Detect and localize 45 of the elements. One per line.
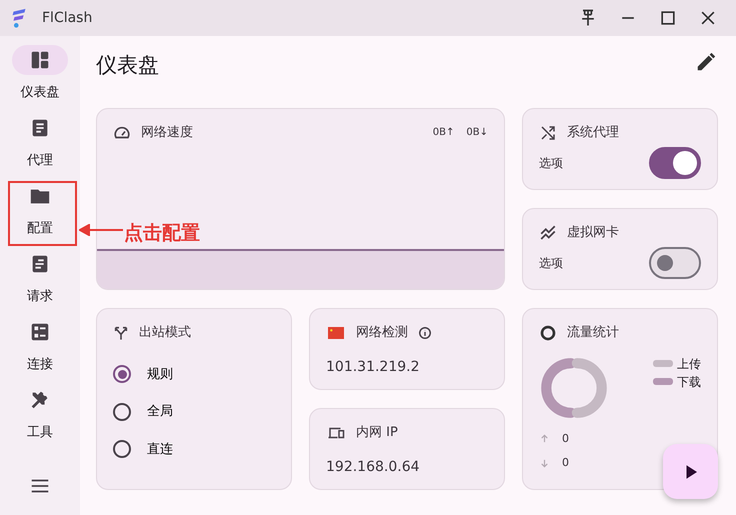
sidebar-item[interactable]: 工具 [5,385,75,453]
window-title: FlClash [42,8,92,28]
grid-list-icon [29,321,51,343]
info-icon[interactable] [418,326,432,340]
highlight-frame [8,181,77,246]
option-label: 选项 [539,254,563,272]
radio-option[interactable]: 直连 [113,440,173,459]
sidebar-item[interactable]: 仪表盘 [5,45,75,113]
sidebar-item[interactable]: 连接 [5,317,75,385]
shuffle-icon [539,124,557,142]
sidebar-item[interactable]: 配置 [5,181,75,249]
annotation-text: 点击配置 [124,221,200,246]
flag-icon [326,324,346,341]
edit-icon[interactable] [695,51,717,73]
card-title: 出站模式 [139,324,191,342]
ip-address: 192.168.0.64 [326,458,421,476]
dashboard-icon [29,49,51,71]
page-title: 仪表盘 [96,52,159,79]
option-label: 选项 [539,154,563,172]
fork-icon [113,324,129,341]
toggle-switch[interactable] [649,246,701,278]
arrow-up-icon [539,433,550,444]
radio-option[interactable]: 全局 [113,402,173,422]
play-button[interactable] [663,444,718,499]
ip-address: 101.31.219.2 [326,358,421,376]
legend-label: 下载 [677,374,701,390]
card-title: 系统代理 [567,124,619,142]
trend-icon [539,224,557,242]
card-title: 网络速度 [141,124,193,142]
ring-icon [539,324,557,342]
legend-label: 上传 [677,356,701,372]
card-title: 网络检测 [356,324,408,342]
upload-total: 0 [562,430,569,446]
toggle-switch[interactable] [649,146,701,178]
sidebar-item[interactable]: 请求 [5,249,75,317]
radio-option[interactable]: 规则 [113,364,173,384]
card-title: 虚拟网卡 [567,224,619,242]
download-speed: 0B↓ [466,126,488,140]
download-total: 0 [562,455,569,471]
arrow-down-icon [539,458,550,469]
card-title: 流量统计 [567,324,619,342]
sidebar-item[interactable]: 代理 [5,113,75,181]
pointer-arrow-icon [79,224,123,236]
card-title: 内网 IP [356,424,398,442]
upload-speed: 0B↑ [432,126,454,140]
